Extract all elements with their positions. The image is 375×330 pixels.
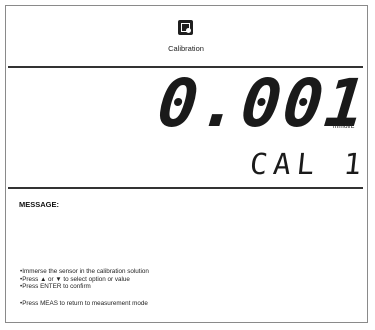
- message-divider: [8, 187, 363, 189]
- calibration-step-label: CAL 1: [248, 147, 370, 181]
- instruction-item: Press MEAS to return to measurement mode: [20, 300, 149, 308]
- instruction-item: Press ▲ or ▼ to select option or value: [20, 276, 149, 284]
- measurement-unit: mmol/L: [333, 123, 355, 130]
- instruction-list: Immerse the sensor in the calibration so…: [20, 268, 149, 307]
- calibration-icon: [178, 20, 193, 35]
- instruction-item: Press ENTER to confirm: [20, 283, 149, 291]
- instruction-item: Immerse the sensor in the calibration so…: [20, 268, 149, 276]
- mode-label: Calibration: [168, 44, 204, 53]
- message-title: MESSAGE:: [19, 200, 60, 209]
